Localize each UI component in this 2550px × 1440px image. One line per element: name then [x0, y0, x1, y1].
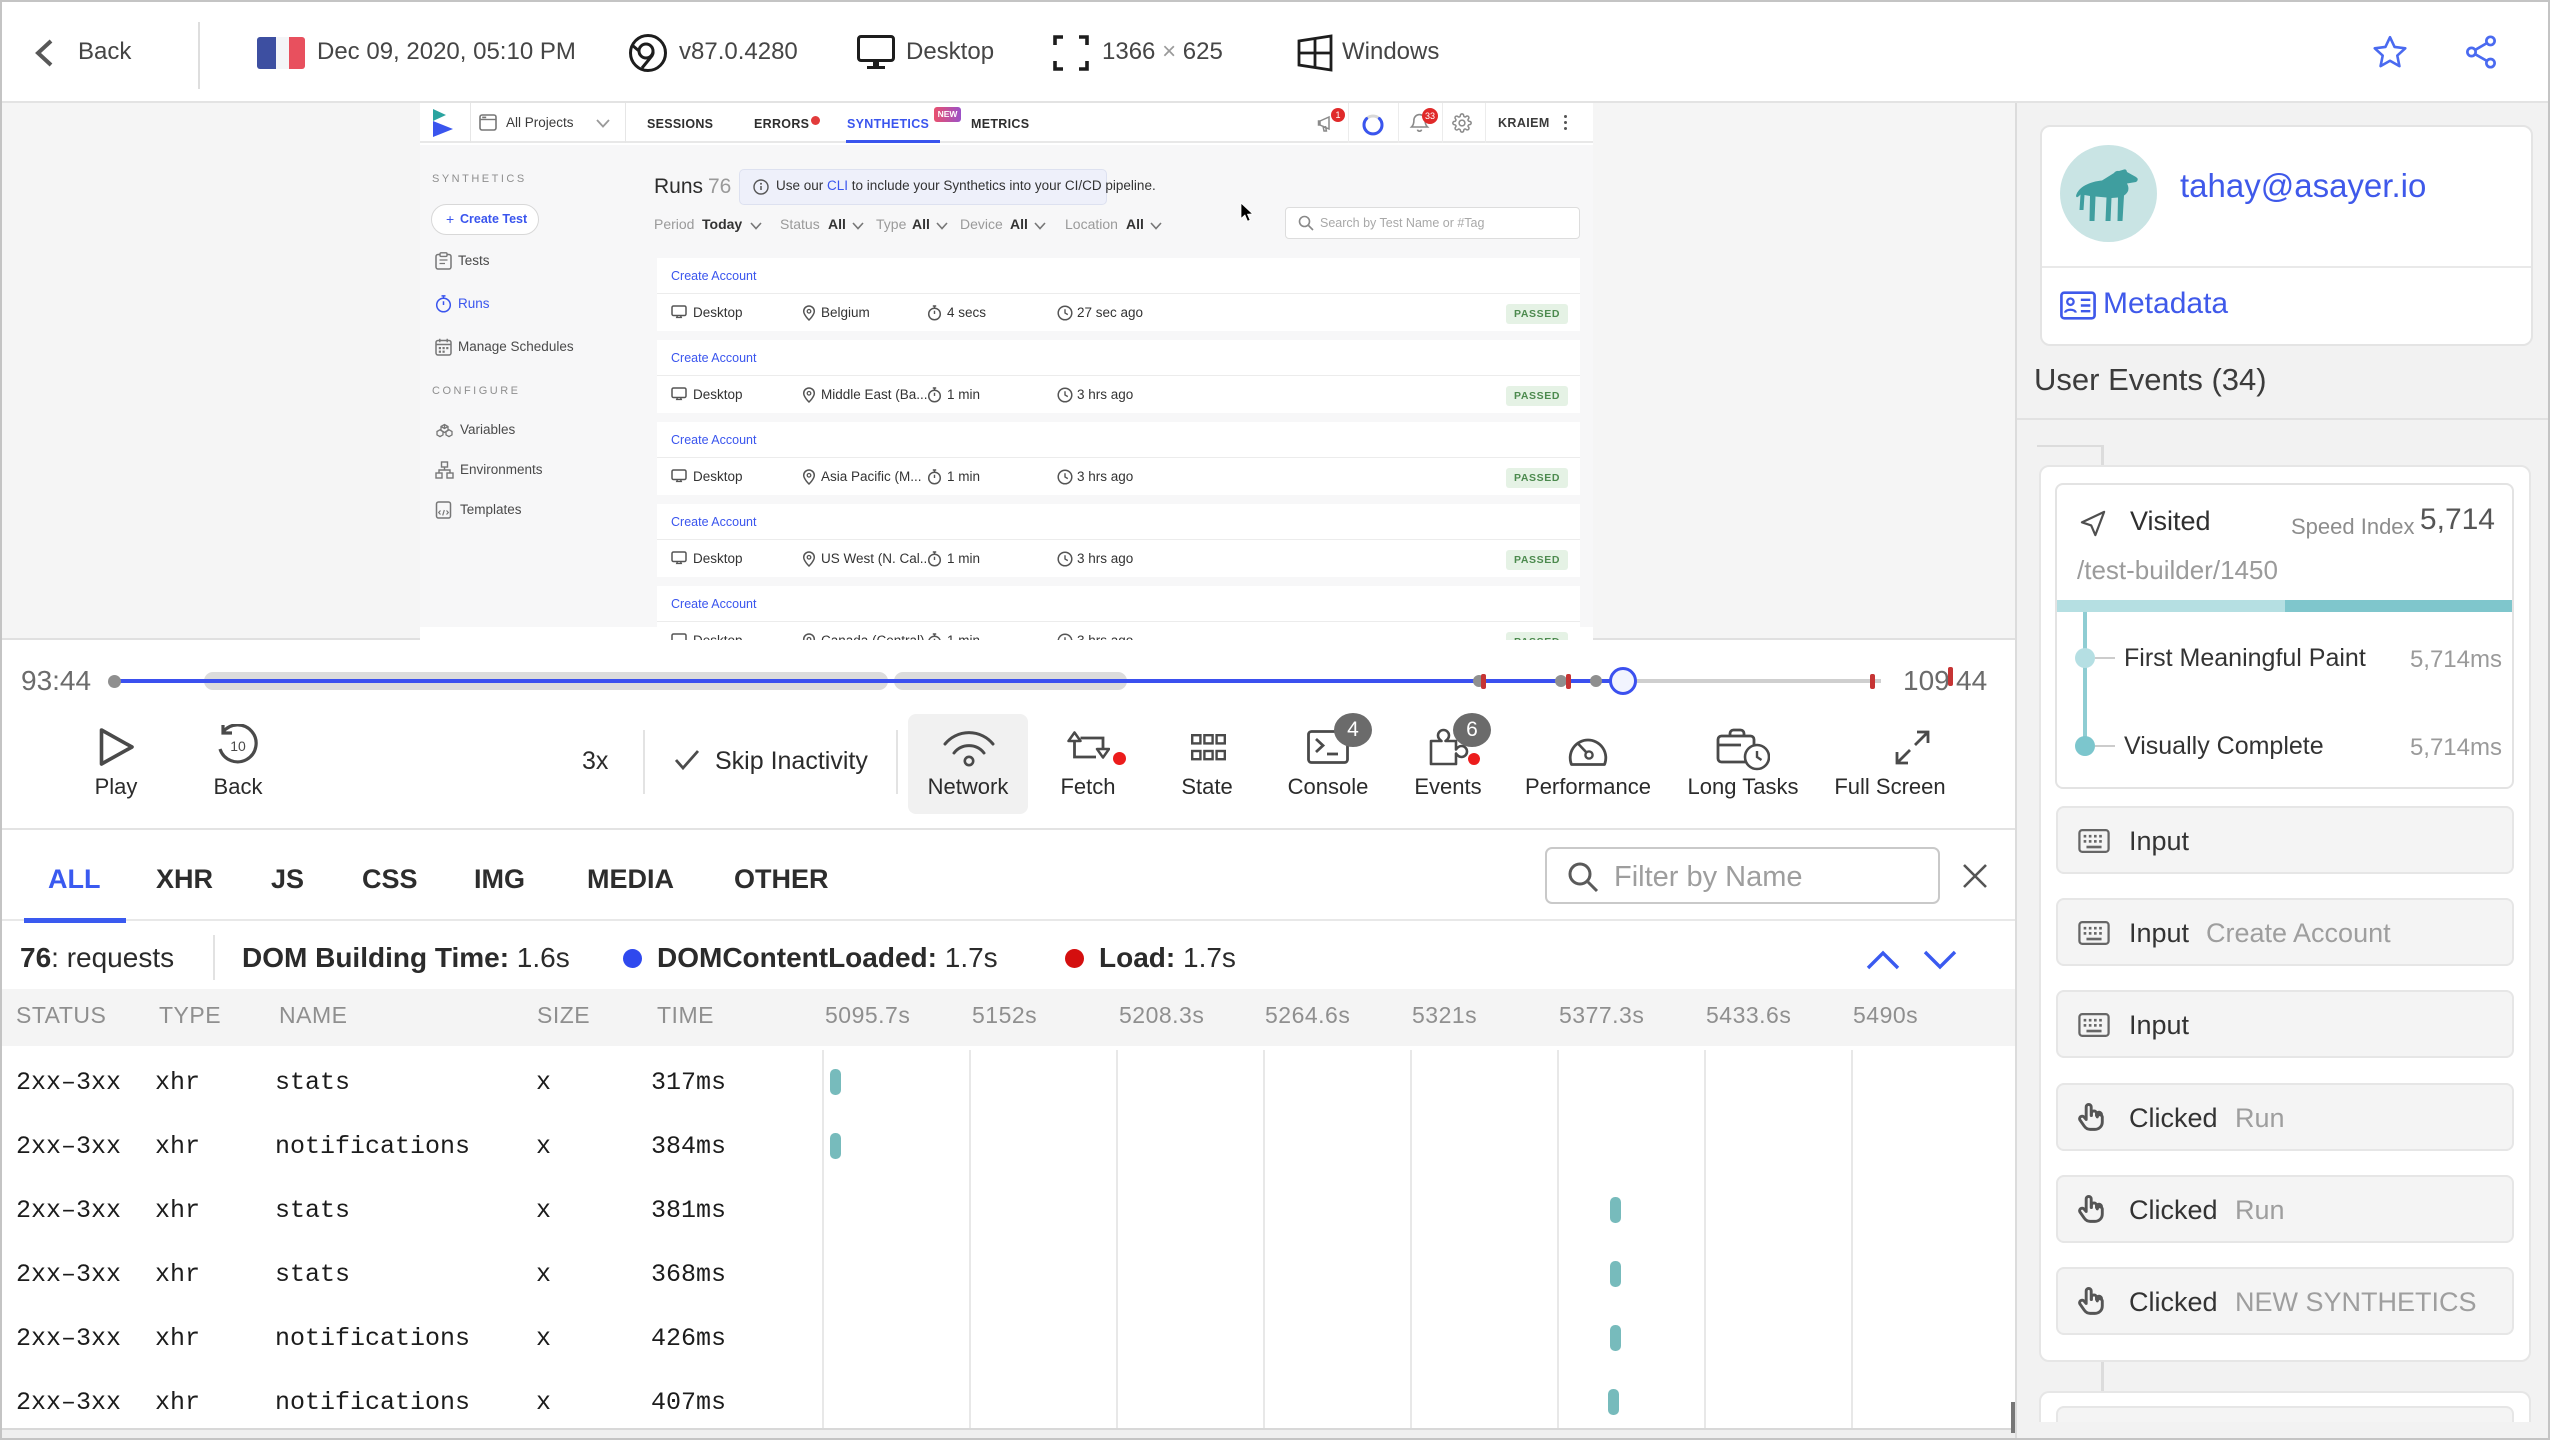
svg-text:10: 10	[230, 738, 246, 754]
